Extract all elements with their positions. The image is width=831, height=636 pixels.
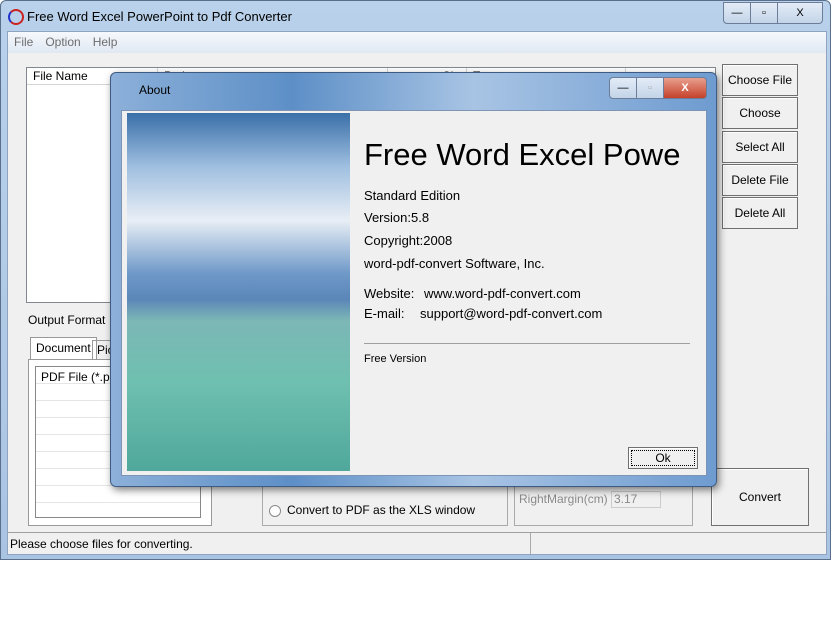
- radio-xls[interactable]: [269, 505, 281, 517]
- choose-folder-button[interactable]: Choose Folder: [722, 97, 798, 150]
- menu-bar: File Option Help: [8, 32, 826, 53]
- maximize-button[interactable]: ▫: [750, 2, 778, 24]
- status-text: Please choose files for converting.: [10, 537, 193, 551]
- license-text: Free Version: [364, 353, 427, 365]
- email-link[interactable]: support@word-pdf-convert.com: [420, 306, 602, 321]
- website-link[interactable]: www.word-pdf-convert.com: [424, 286, 581, 301]
- menu-help[interactable]: Help: [93, 35, 118, 49]
- radio-xls-label[interactable]: Convert to PDF as the XLS window: [287, 503, 475, 517]
- delete-all-button[interactable]: Delete All: [722, 197, 798, 229]
- divider: [364, 343, 690, 344]
- status-bar: Please choose files for converting.: [8, 532, 826, 554]
- company: word-pdf-convert Software, Inc.: [364, 256, 545, 271]
- select-all-button[interactable]: Select All: [722, 131, 798, 163]
- website-label: Website:: [364, 286, 415, 301]
- email-label: E-mail:: [364, 306, 405, 321]
- right-margin-input[interactable]: 3.17: [611, 491, 661, 508]
- convert-button[interactable]: Convert: [711, 468, 809, 526]
- ok-button[interactable]: Ok: [628, 447, 698, 469]
- choose-file-button[interactable]: Choose File: [722, 64, 798, 96]
- status-divider: [530, 533, 531, 554]
- about-dialog: About — ▫ X Free Word Excel Powe Standar…: [110, 72, 717, 487]
- menu-option[interactable]: Option: [45, 35, 80, 49]
- about-title: About: [139, 83, 171, 97]
- product-name: Free Word Excel Powe: [364, 137, 681, 172]
- menu-file[interactable]: File: [14, 35, 33, 49]
- about-maximize-button[interactable]: ▫: [636, 77, 664, 99]
- window-title: Free Word Excel PowerPoint to Pdf Conver…: [27, 9, 292, 24]
- about-content: Free Word Excel Powe Standard Edition Ve…: [121, 110, 707, 476]
- minimize-button[interactable]: —: [723, 2, 751, 24]
- close-button[interactable]: X: [777, 2, 823, 24]
- delete-file-button[interactable]: Delete File: [722, 164, 798, 196]
- about-minimize-button[interactable]: —: [609, 77, 637, 99]
- right-margin-label: RightMargin(cm): [519, 492, 608, 506]
- app-icon: [8, 9, 24, 25]
- edition: Standard Edition: [364, 188, 461, 203]
- about-close-button[interactable]: X: [663, 77, 707, 99]
- version: Version:5.8: [364, 210, 430, 225]
- beach-pier-image: [127, 113, 350, 471]
- tab-document[interactable]: Document: [30, 337, 97, 360]
- output-format-label: Output Format: [28, 313, 106, 327]
- copyright: Copyright:2008: [364, 233, 453, 248]
